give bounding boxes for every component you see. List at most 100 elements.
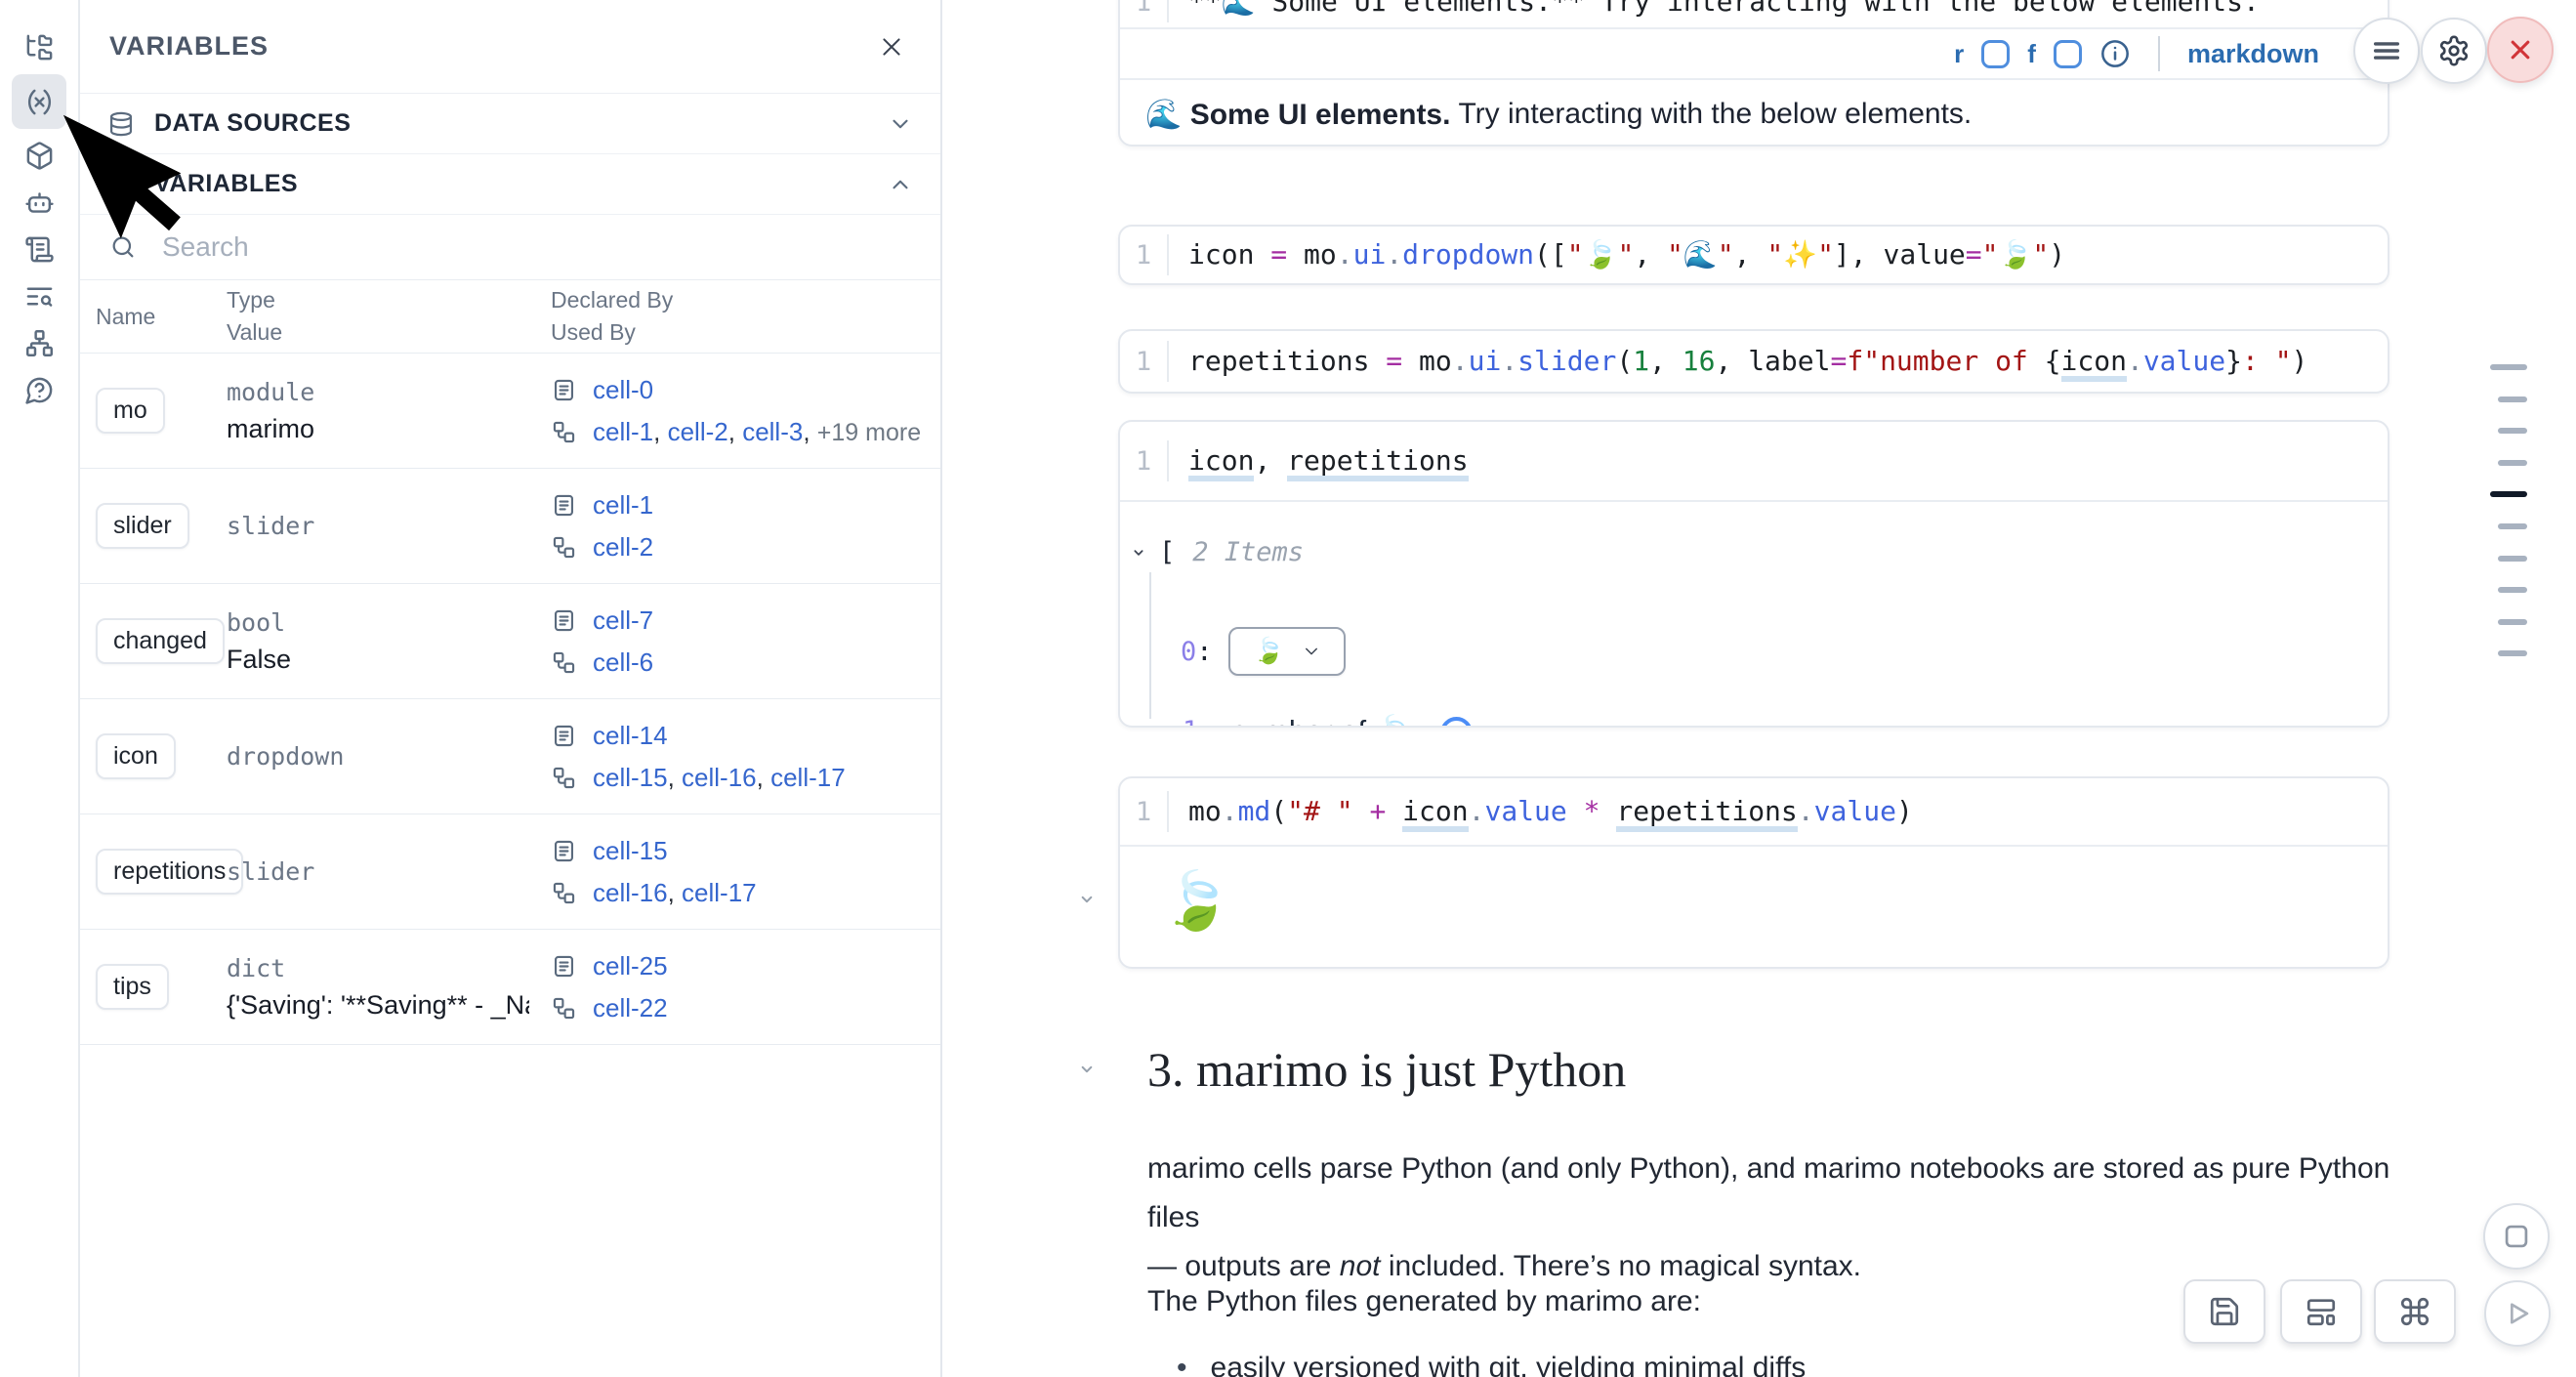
tree-output: [ 2 Items 0 : 🍃 1 : number of 🍃 : xyxy=(1120,502,2388,728)
variable-type: slider xyxy=(227,512,551,540)
minimap-cell-mark[interactable] xyxy=(2490,364,2527,370)
minimap-cell-mark[interactable] xyxy=(2498,523,2527,529)
minimap-cell-mark[interactable] xyxy=(2498,460,2527,466)
variable-row[interactable]: changedboolFalsecell-7cell-6 xyxy=(80,584,940,699)
slider-widget[interactable] xyxy=(1443,727,1660,728)
minimap-cell-mark[interactable] xyxy=(2490,491,2527,497)
variable-name-badge[interactable]: slider xyxy=(96,503,189,549)
cell-link[interactable]: cell-14 xyxy=(593,721,668,750)
cell-link[interactable]: cell-1 xyxy=(593,490,653,520)
cell-link[interactable]: cell-15 xyxy=(593,763,668,792)
scroll-icon xyxy=(24,234,55,265)
cell-link[interactable]: cell-16 xyxy=(593,878,668,907)
declared-by-line: cell-25 xyxy=(551,951,940,981)
cell-link[interactable]: cell-0 xyxy=(593,375,653,404)
cell-editor[interactable]: 1 icon = mo.ui.dropdown(["🍃", "🌊", "✨"],… xyxy=(1120,227,2388,283)
minimap-cell-mark[interactable] xyxy=(2498,619,2527,625)
shortcuts-button[interactable] xyxy=(2374,1279,2456,1344)
section-heading: 3. marimo is just Python xyxy=(1147,1041,1626,1098)
sidebar-item-dependency-graph[interactable] xyxy=(15,321,63,365)
output-collapse-toggle[interactable] xyxy=(1074,887,1100,912)
network-icon xyxy=(24,328,55,358)
robot-icon xyxy=(24,188,55,218)
menu-button[interactable] xyxy=(2353,18,2420,84)
section-collapse-toggle[interactable] xyxy=(1074,1057,1100,1082)
run-button[interactable] xyxy=(2484,1280,2551,1347)
cell-link[interactable]: cell-22 xyxy=(593,993,668,1022)
language-label[interactable]: markdown xyxy=(2187,39,2319,69)
footer-toggle-r[interactable]: r xyxy=(1954,39,1964,69)
variable-type: module xyxy=(227,378,551,406)
sidebar-item-snippets[interactable] xyxy=(15,274,63,318)
variable-row[interactable]: slider slider cell-1 cell-2 xyxy=(80,469,940,584)
checkbox-f[interactable] xyxy=(2054,40,2082,68)
more-cells-label[interactable]: +19 more xyxy=(817,419,921,446)
variable-name-badge[interactable]: mo xyxy=(96,388,165,434)
footer-toggle-f[interactable]: f xyxy=(2027,39,2036,69)
minimap-cell-mark[interactable] xyxy=(2498,650,2527,656)
slider-thumb[interactable] xyxy=(1440,717,1473,728)
line-number: 1 xyxy=(1120,0,1167,18)
tree-item-0: 0 : 🍃 xyxy=(1181,627,1346,676)
minimap-cell-mark[interactable] xyxy=(2498,587,2527,593)
panel-close-button[interactable] xyxy=(872,27,911,66)
cell-editor[interactable]: 1 mo.md("# " + icon.value * repetitions.… xyxy=(1120,778,2388,845)
cell-editor[interactable]: 1 icon, repetitions xyxy=(1120,422,2388,500)
layout-button[interactable] xyxy=(2280,1279,2362,1344)
info-icon[interactable] xyxy=(2099,38,2131,69)
sidebar-item-help[interactable] xyxy=(15,368,63,412)
cell-link[interactable]: cell-2 xyxy=(593,532,653,562)
sidebar-item-file-explorer[interactable] xyxy=(15,25,63,69)
bullet-icon: • xyxy=(1177,1352,1187,1377)
minimap-cell-mark[interactable] xyxy=(2498,396,2527,402)
section-variables[interactable]: VARIABLES xyxy=(80,154,940,215)
sidebar-item-variables[interactable] xyxy=(12,74,66,129)
cell-link[interactable]: cell-17 xyxy=(770,763,846,792)
activity-bar xyxy=(0,0,80,1377)
sidebar-item-logs[interactable] xyxy=(15,228,63,271)
cell-link[interactable]: cell-6 xyxy=(593,647,653,677)
variable-name-badge[interactable]: changed xyxy=(96,618,225,664)
cell-link[interactable]: cell-25 xyxy=(593,951,668,981)
text-search-icon xyxy=(24,281,55,312)
variable-value: marimo xyxy=(227,414,529,444)
dropdown-widget[interactable]: 🍃 xyxy=(1228,627,1346,676)
minimap-cell-mark[interactable] xyxy=(2498,556,2527,562)
save-button[interactable] xyxy=(2183,1279,2265,1344)
section-data-sources[interactable]: DATA SOURCES xyxy=(80,94,940,154)
shutdown-button[interactable] xyxy=(2487,17,2554,83)
close-icon xyxy=(879,34,904,60)
cell-link[interactable]: cell-7 xyxy=(593,605,653,635)
cell-workflow-icon xyxy=(551,880,577,906)
cell-note-icon xyxy=(551,838,577,864)
settings-button[interactable] xyxy=(2421,18,2487,84)
cell-link[interactable]: cell-15 xyxy=(593,836,668,865)
stop-button[interactable] xyxy=(2483,1203,2550,1270)
minimap-cell-mark[interactable] xyxy=(2498,428,2527,434)
chevron-down-icon xyxy=(1303,643,1320,660)
variable-row[interactable]: tipsdict{'Saving': '**Saving** - _Na...c… xyxy=(80,930,940,1045)
variable-row[interactable]: repetitionsslidercell-15cell-16, cell-17 xyxy=(80,814,940,930)
cell-link[interactable]: cell-17 xyxy=(682,878,757,907)
cell-link[interactable]: cell-2 xyxy=(668,417,728,446)
search-input[interactable] xyxy=(160,230,911,264)
cell-editor[interactable]: 1 **🌊 Some UI elements.** Try interactin… xyxy=(1120,0,2388,27)
variable-row[interactable]: momodulemarimocell-0cell-1, cell-2, cell… xyxy=(80,354,940,469)
cell-editor[interactable]: 1 repetitions = mo.ui.slider(1, 16, labe… xyxy=(1120,331,2388,392)
code-line: repetitions = mo.ui.slider(1, 16, label=… xyxy=(1167,341,2307,382)
cell-link[interactable]: cell-1 xyxy=(593,417,653,446)
cell-link[interactable]: cell-3 xyxy=(742,417,803,446)
variable-name-badge[interactable]: repetitions xyxy=(96,849,243,895)
checkbox-r[interactable] xyxy=(1981,40,2010,68)
variable-name-badge[interactable]: icon xyxy=(96,733,176,779)
variable-row[interactable]: icondropdowncell-14cell-15, cell-16, cel… xyxy=(80,699,940,814)
cell-link[interactable]: cell-16 xyxy=(682,763,757,792)
line-number: 1 xyxy=(1120,347,1167,377)
tree-collapse-toggle[interactable] xyxy=(1128,542,1149,563)
header-used-by: Used By xyxy=(551,319,940,346)
variable-value: {'Saving': '**Saving** - _Na... xyxy=(227,990,529,1021)
sidebar-item-packages[interactable] xyxy=(15,134,63,178)
variable-name-badge[interactable]: tips xyxy=(96,964,169,1010)
list-item: • easily versioned with git, yielding mi… xyxy=(1177,1352,1806,1377)
sidebar-item-ai-assistant[interactable] xyxy=(15,181,63,225)
